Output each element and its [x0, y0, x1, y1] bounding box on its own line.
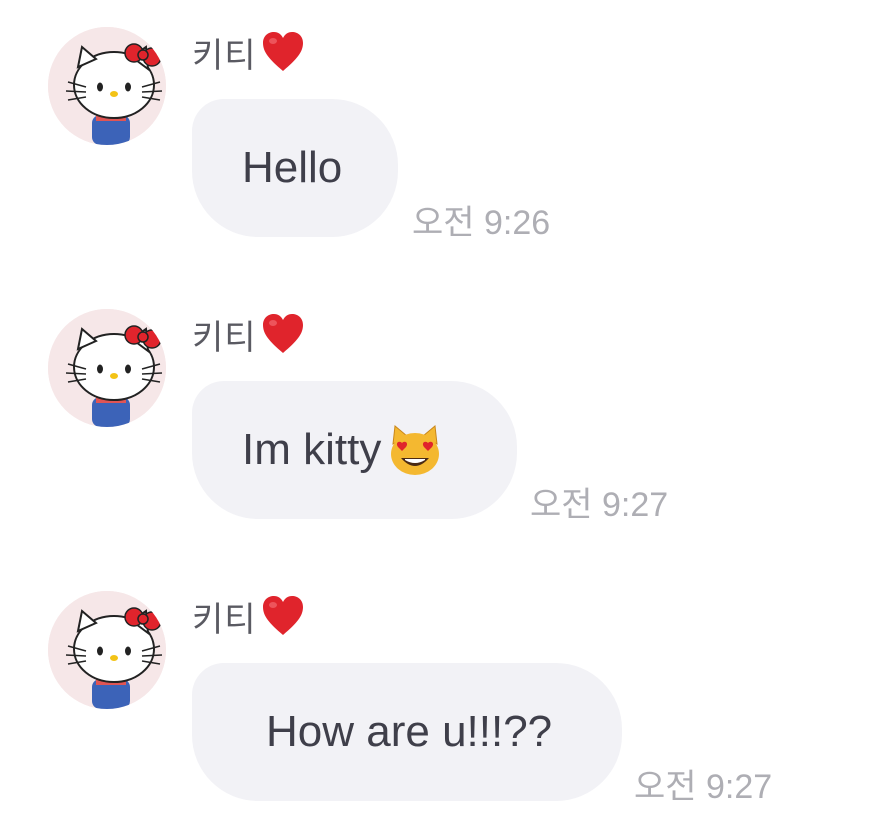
red-heart-icon — [262, 596, 303, 635]
sender-row: 키티 — [192, 310, 305, 358]
message-text: Hello — [242, 143, 343, 192]
message-text: How are u!!!?? — [266, 707, 553, 756]
message-text: Im kitty — [242, 425, 382, 474]
message-item: 키티 How are u!!!?? 오전 9:27 — [0, 564, 887, 806]
hello-kitty-avatar-icon — [48, 309, 166, 427]
message-timestamp: 오전 9:27 — [634, 768, 773, 806]
red-heart-icon — [262, 314, 303, 353]
message-item: 키티 Hello 오전 9:26 — [0, 0, 887, 242]
red-heart-icon — [262, 32, 303, 71]
message-timestamp: 오전 9:26 — [412, 204, 551, 242]
sender-name: 키티 — [192, 318, 257, 357]
message-item: 키티 Im kitty 오전 9:27 — [0, 282, 887, 524]
avatar[interactable] — [48, 27, 166, 145]
message-bubble[interactable]: Im kitty — [192, 381, 517, 519]
avatar[interactable] — [48, 309, 166, 427]
sender-name: 키티 — [192, 36, 257, 75]
message-bubble[interactable]: Hello — [192, 99, 398, 237]
message-bubble[interactable]: How are u!!!?? — [192, 663, 622, 801]
chat-thread[interactable]: 키티 Hello 오전 9:26 키티 Im kitty 오전 9:27 키티 … — [0, 0, 887, 840]
hello-kitty-avatar-icon — [48, 27, 166, 145]
avatar[interactable] — [48, 591, 166, 709]
hello-kitty-avatar-icon — [48, 591, 166, 709]
heart-eyes-cat-icon — [391, 425, 440, 475]
sender-row: 키티 — [192, 28, 305, 76]
sender-row: 키티 — [192, 592, 305, 640]
message-timestamp: 오전 9:27 — [530, 486, 669, 524]
sender-name: 키티 — [192, 600, 257, 639]
